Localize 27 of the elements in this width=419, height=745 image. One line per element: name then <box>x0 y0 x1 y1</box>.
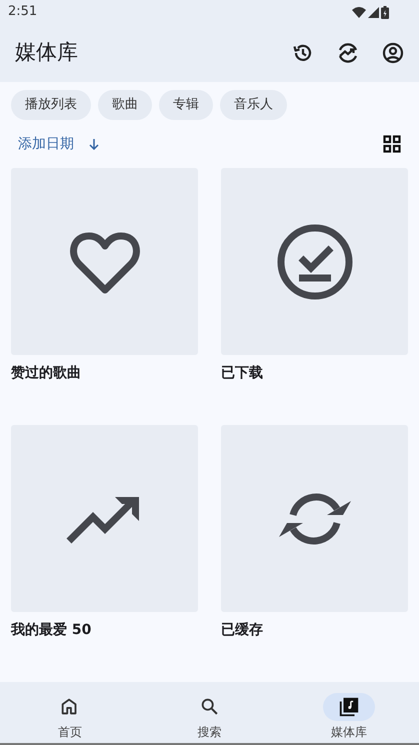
arrow-down-icon <box>88 138 100 150</box>
account-icon[interactable] <box>381 41 405 65</box>
grid-view-icon[interactable] <box>383 135 401 154</box>
filter-chip[interactable]: 歌曲 <box>98 90 152 120</box>
tile-card[interactable] <box>11 425 198 612</box>
tile-label: 赞过的歌曲 <box>11 364 82 384</box>
filter-chip[interactable]: 播放列表 <box>11 90 91 120</box>
tile-card[interactable] <box>221 168 408 356</box>
nav-tab[interactable]: 媒体库 <box>279 682 419 743</box>
status-time: 2:51 <box>8 3 38 22</box>
page-title: 媒体库 <box>15 39 79 66</box>
wifi-icon <box>352 6 366 18</box>
tile-label: 已下载 <box>221 364 264 384</box>
filter-chip[interactable]: 专辑 <box>159 90 213 120</box>
download-done-icon <box>274 222 354 302</box>
filter-chip[interactable]: 音乐人 <box>220 90 287 120</box>
nav-tab[interactable]: 搜索 <box>140 682 280 743</box>
tile-card[interactable] <box>11 168 198 356</box>
nav-tab[interactable]: 首页 <box>0 682 140 743</box>
battery-icon <box>381 6 389 18</box>
sort-button[interactable]: 添加日期 <box>18 134 100 155</box>
signal-icon <box>368 6 379 18</box>
tile-card[interactable] <box>221 425 408 612</box>
library-music-icon <box>338 696 360 718</box>
tile-label: 我的最爱 50 <box>11 621 92 640</box>
trending-circle-icon[interactable] <box>336 41 360 65</box>
tile-label: 已缓存 <box>221 621 264 640</box>
